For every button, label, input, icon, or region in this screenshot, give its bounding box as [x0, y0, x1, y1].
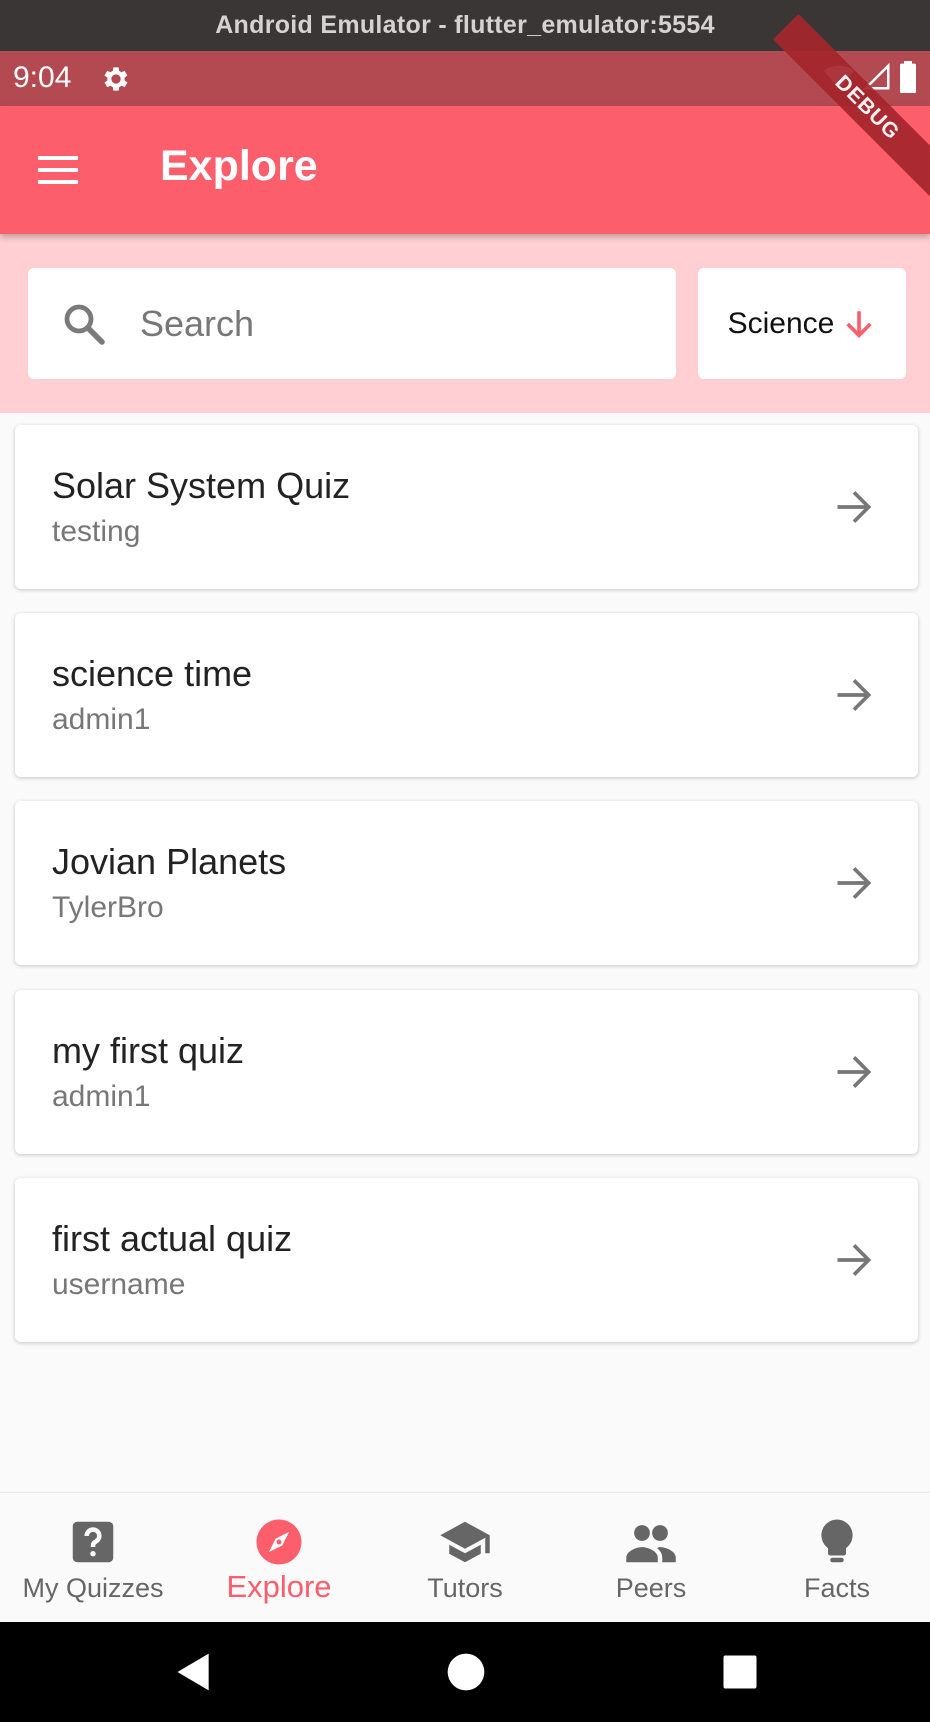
- page-title: Explore: [160, 142, 318, 190]
- help-box-icon: [72, 1521, 114, 1563]
- arrow-right-icon[interactable]: [832, 1050, 876, 1094]
- app-bar: Explore: [0, 106, 930, 234]
- menu-icon[interactable]: [36, 152, 80, 188]
- back-icon[interactable]: [172, 1650, 216, 1694]
- quiz-author: admin1: [52, 1080, 151, 1113]
- compass-icon: [256, 1519, 302, 1565]
- bottom-nav: My Quizzes Explore Tutors Peers Facts: [0, 1492, 930, 1623]
- category-filter-label: Science: [727, 306, 835, 340]
- status-time: 9:04: [13, 61, 72, 94]
- arrow-right-icon[interactable]: [832, 861, 876, 905]
- nav-label: My Quizzes: [22, 1573, 164, 1603]
- nav-item-peers[interactable]: Peers: [558, 1493, 744, 1623]
- quiz-title: science time: [52, 653, 253, 694]
- category-filter-button[interactable]: Science: [698, 268, 906, 379]
- arrow-right-icon[interactable]: [832, 1238, 876, 1282]
- quiz-title: first actual quiz: [52, 1218, 293, 1259]
- search-box[interactable]: [28, 268, 676, 379]
- quiz-card[interactable]: first actual quiz username: [15, 1178, 918, 1342]
- battery-icon: [900, 61, 916, 93]
- search-input[interactable]: [138, 298, 642, 350]
- nav-label: Explore: [226, 1569, 332, 1604]
- quiz-card[interactable]: Solar System Quiz testing: [15, 425, 918, 589]
- nav-item-explore[interactable]: Explore: [186, 1493, 372, 1623]
- nav-item-facts[interactable]: Facts: [744, 1493, 930, 1623]
- quiz-title: Solar System Quiz: [52, 465, 351, 506]
- graduation-cap-icon: [440, 1521, 490, 1563]
- quiz-card[interactable]: science time admin1: [15, 613, 918, 777]
- quiz-title: Jovian Planets: [52, 841, 287, 882]
- quiz-title: my first quiz: [52, 1030, 245, 1071]
- settings-icon: [104, 67, 128, 91]
- home-icon[interactable]: [444, 1650, 488, 1694]
- arrow-right-icon[interactable]: [832, 485, 876, 529]
- status-bar: 9:04: [0, 51, 930, 106]
- arrow-down-icon: [846, 310, 872, 338]
- quiz-author: admin1: [52, 703, 151, 736]
- nav-label: Facts: [803, 1573, 870, 1603]
- quiz-author: testing: [52, 515, 141, 548]
- nav-item-my-quizzes[interactable]: My Quizzes: [0, 1493, 186, 1623]
- nav-item-tutors[interactable]: Tutors: [372, 1493, 558, 1623]
- arrow-right-icon[interactable]: [832, 673, 876, 717]
- quiz-author: username: [52, 1268, 186, 1301]
- people-icon: [626, 1525, 676, 1563]
- quiz-card[interactable]: my first quiz admin1: [15, 990, 918, 1154]
- search-area: Science: [0, 234, 930, 413]
- quiz-card[interactable]: Jovian Planets TylerBro: [15, 801, 918, 965]
- system-nav: [0, 1622, 930, 1722]
- recents-icon[interactable]: [718, 1650, 762, 1694]
- quiz-author: TylerBro: [52, 891, 164, 924]
- lightbulb-icon: [821, 1519, 853, 1563]
- nav-label: Tutors: [427, 1573, 503, 1603]
- search-icon: [64, 304, 105, 345]
- nav-label: Peers: [615, 1573, 687, 1603]
